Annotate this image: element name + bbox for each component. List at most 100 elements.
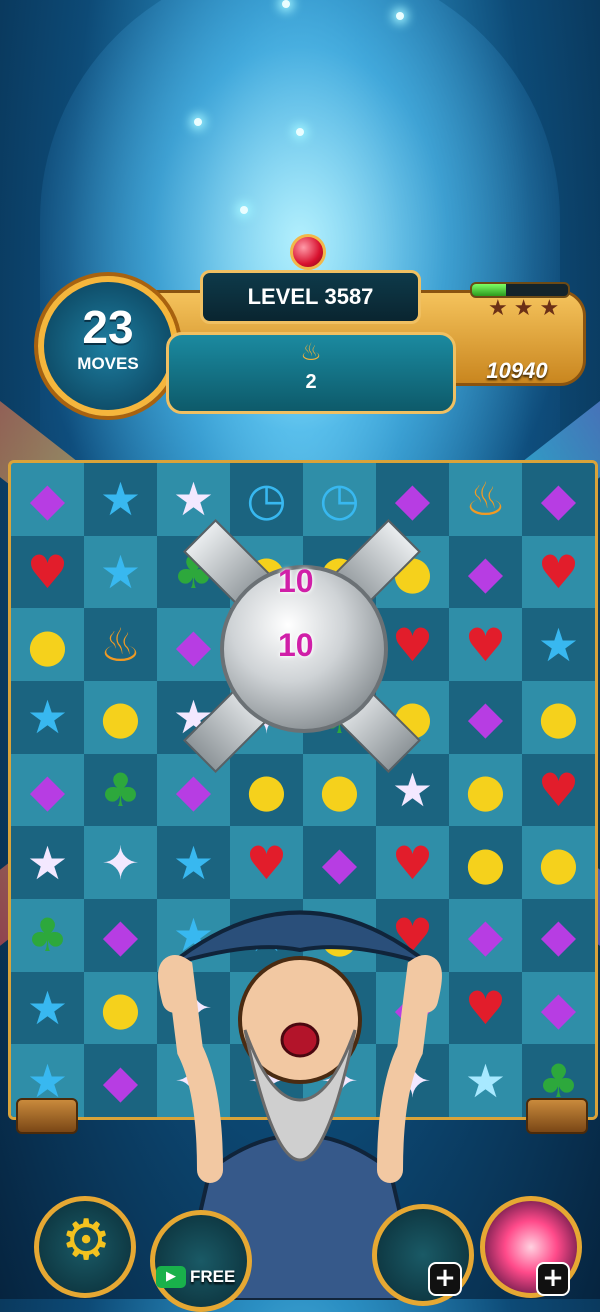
board-cell[interactable]: ◆ [449, 680, 522, 754]
add-booster-icon[interactable]: + [428, 1262, 462, 1296]
purple-gem-icon: ◆ [29, 472, 66, 527]
board-cell[interactable]: ♨ [449, 463, 522, 536]
level-number: 3587 [324, 284, 374, 309]
purple-gem-icon: ◆ [467, 544, 504, 599]
board-cell[interactable]: ♥ [11, 535, 84, 609]
board-cell[interactable]: ● [449, 753, 522, 827]
moves-counter: 23 MOVES [38, 276, 178, 416]
star-icon: ★ [539, 296, 566, 321]
level-indicator: LEVEL 3587 [200, 270, 421, 324]
board-cell[interactable]: ★ [84, 463, 157, 536]
board-cell[interactable]: ♥ [522, 753, 595, 827]
board-cell[interactable]: ● [230, 753, 303, 827]
moves-label: MOVES [77, 354, 139, 373]
red-heart-gem-icon: ♥ [26, 544, 69, 599]
green-clover-gem-icon: ♣ [26, 908, 69, 963]
board-cell[interactable]: ● [84, 680, 157, 754]
board-cell[interactable]: ● [84, 971, 157, 1045]
board-cell[interactable]: ♣ [84, 753, 157, 827]
settings-button[interactable]: ⚙ [34, 1196, 136, 1298]
yellow-apple-gem-icon: ● [319, 762, 360, 817]
bonus-points: 10 [278, 563, 314, 599]
green-clover-gem-icon: ♣ [99, 762, 142, 817]
board-cell[interactable]: ● [449, 826, 522, 899]
sparkle [396, 12, 404, 20]
board-cell[interactable]: ★ [11, 971, 84, 1045]
sparkle [194, 118, 202, 126]
board-cell[interactable]: ◆ [522, 971, 595, 1045]
board-cell[interactable]: ✦ [84, 826, 157, 899]
board-cell[interactable]: ● [11, 608, 84, 681]
board-cell[interactable]: ◷ [230, 463, 303, 536]
red-heart-gem-icon: ♥ [464, 980, 507, 1035]
goal-panel: ♨ 2 [166, 332, 456, 414]
level-label: LEVEL [247, 284, 319, 309]
board-cell[interactable]: ● [522, 680, 595, 754]
star-rating: ★★★ [488, 296, 565, 321]
board-cell[interactable]: ◆ [84, 898, 157, 972]
white-star-gem-icon: ★ [26, 835, 69, 890]
goal-remaining: 2 [305, 371, 317, 393]
board-cell[interactable]: ◷ [303, 463, 376, 536]
blue-star-gem-icon: ★ [26, 690, 69, 745]
white-star-gem-icon: ★ [172, 472, 215, 527]
purple-gem-icon: ◆ [540, 980, 577, 1035]
board-cell[interactable]: ★ [522, 608, 595, 681]
booster-lamp-button[interactable] [150, 1210, 252, 1312]
purple-gem-icon: ◆ [467, 908, 504, 963]
board-cell[interactable]: ♥ [449, 608, 522, 681]
board-cell[interactable]: ★ [84, 535, 157, 609]
red-heart-gem-icon: ♥ [464, 617, 507, 672]
sparkle-icon: ✦ [101, 835, 140, 890]
board-cell[interactable]: ♥ [522, 535, 595, 609]
star-icon: ★ [513, 296, 540, 321]
add-booster-icon[interactable]: + [536, 1262, 570, 1296]
yellow-apple-gem-icon: ● [246, 762, 287, 817]
video-play-icon: ▶ [156, 1266, 186, 1288]
gear-icon: ⚙ [61, 1208, 112, 1273]
board-cell[interactable]: ● [522, 826, 595, 899]
board-cell[interactable]: ● [303, 753, 376, 827]
frozen-blue-star-icon: ★ [464, 1053, 507, 1108]
yellow-apple-gem-icon: ● [465, 762, 506, 817]
ruby-ornament-icon [290, 234, 326, 270]
board-cell[interactable]: ♣ [11, 898, 84, 972]
sparkle [282, 0, 290, 8]
green-clover-gem-icon: ♣ [537, 1053, 580, 1108]
purple-gem-icon: ◆ [102, 908, 139, 963]
purple-gem-icon: ◆ [29, 762, 66, 817]
sparkle [240, 206, 248, 214]
free-video-offer[interactable]: ▶ FREE [156, 1266, 235, 1288]
board-cell[interactable]: ◆ [11, 463, 84, 536]
magic-lamp-icon: ♨ [99, 617, 142, 672]
star-icon: ★ [488, 296, 514, 321]
board-cell[interactable]: ◆ [522, 463, 595, 536]
yellow-apple-gem-icon: ● [538, 835, 579, 890]
board-cell[interactable]: ◆ [84, 1044, 157, 1117]
blue-star-gem-icon: ★ [26, 980, 69, 1035]
star-progress-fill [472, 284, 506, 296]
blue-star-gem-icon: ★ [26, 1053, 69, 1108]
board-cell[interactable]: ◆ [449, 898, 522, 972]
blue-star-gem-icon: ★ [537, 617, 580, 672]
chest-icon [526, 1098, 588, 1134]
purple-gem-icon: ◆ [540, 908, 577, 963]
board-cell[interactable]: ◆ [522, 898, 595, 972]
red-heart-gem-icon: ♥ [537, 544, 580, 599]
purple-gem-icon: ◆ [540, 472, 577, 527]
yellow-apple-gem-icon: ● [465, 835, 506, 890]
sparkle [296, 128, 304, 136]
board-cell[interactable]: ★ [11, 680, 84, 754]
board-cell[interactable]: ◆ [11, 753, 84, 827]
score-value: 10940 [486, 358, 548, 383]
bonus-points: 10 [278, 627, 314, 663]
board-cell[interactable]: ♥ [449, 971, 522, 1045]
board-cell[interactable]: ★ [449, 1044, 522, 1117]
yellow-apple-gem-icon: ● [100, 980, 141, 1035]
board-cell[interactable]: ◆ [449, 535, 522, 609]
purple-gem-icon: ◆ [467, 690, 504, 745]
metal-blocker-icon: 10 10 [183, 519, 421, 773]
board-cell[interactable]: ♨ [84, 608, 157, 681]
key-bubble-icon: ◷ [319, 472, 360, 527]
board-cell[interactable]: ★ [11, 826, 84, 899]
